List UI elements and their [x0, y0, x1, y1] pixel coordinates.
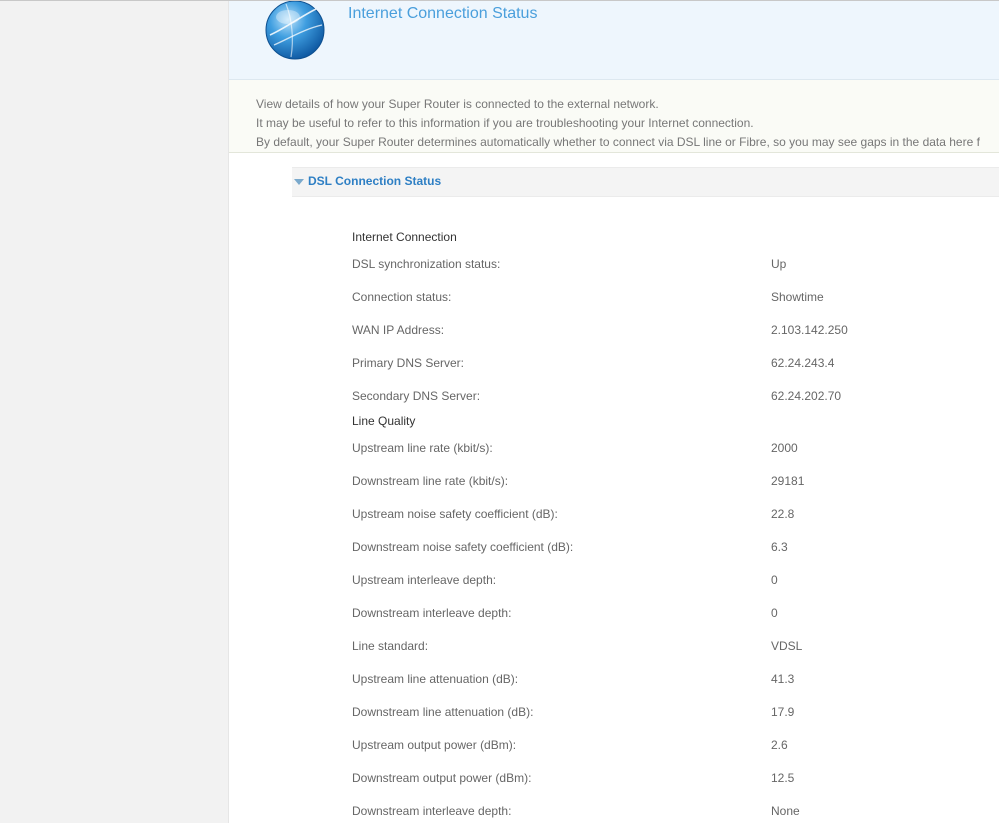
intro-panel: View details of how your Super Router is…: [229, 80, 999, 153]
row-value: None: [771, 804, 800, 818]
internet-connection-heading: Internet Connection: [352, 230, 457, 244]
row-label: Downstream line attenuation (dB):: [352, 705, 534, 719]
dsl-connection-status-toggle[interactable]: DSL Connection Status: [292, 167, 999, 197]
main-content: Internet Connection Status View details …: [229, 1, 999, 823]
left-sidebar: [0, 1, 229, 823]
row-value: 2.6: [771, 738, 788, 752]
row-label: Upstream line attenuation (dB):: [352, 672, 519, 686]
row-label: Upstream line rate (kbit/s):: [352, 441, 493, 455]
row-value: 22.8: [771, 507, 795, 521]
caret-down-icon: [294, 179, 304, 185]
row-value: 17.9: [771, 705, 795, 719]
line-quality-heading: Line Quality: [352, 414, 416, 428]
row-label: Downstream interleave depth:: [352, 804, 512, 818]
row-value: 2000: [771, 441, 798, 455]
section-title: DSL Connection Status: [308, 174, 442, 188]
page-title: Internet Connection Status: [348, 5, 538, 22]
row-label: Primary DNS Server:: [352, 356, 465, 370]
row-value: 12.5: [771, 771, 795, 785]
row-value: 2.103.142.250: [771, 323, 848, 337]
intro-line-2: It may be useful to refer to this inform…: [256, 116, 754, 130]
row-label: DSL synchronization status:: [352, 257, 501, 271]
row-value: 62.24.243.4: [771, 356, 835, 370]
row-value: 29181: [771, 474, 805, 488]
row-value: 0: [771, 573, 778, 587]
globe-icon: [265, 1, 325, 60]
row-value: Showtime: [771, 290, 824, 304]
intro-line-1: View details of how your Super Router is…: [256, 97, 659, 111]
row-value: VDSL: [771, 639, 803, 653]
row-label: Connection status:: [352, 290, 452, 304]
row-label: Upstream output power (dBm):: [352, 738, 517, 752]
intro-line-3: By default, your Super Router determines…: [256, 135, 980, 149]
row-label: Line standard:: [352, 639, 429, 653]
row-value: 0: [771, 606, 778, 620]
row-value: Up: [771, 257, 787, 271]
page-header: Internet Connection Status: [229, 1, 999, 80]
row-value: 6.3: [771, 540, 788, 554]
row-label: Upstream noise safety coefficient (dB):: [352, 507, 558, 521]
row-label: WAN IP Address:: [352, 323, 445, 337]
row-label: Downstream output power (dBm):: [352, 771, 532, 785]
row-value: 41.3: [771, 672, 795, 686]
row-label: Downstream interleave depth:: [352, 606, 512, 620]
row-label: Downstream noise safety coefficient (dB)…: [352, 540, 574, 554]
row-label: Secondary DNS Server:: [352, 389, 481, 403]
row-label: Downstream line rate (kbit/s):: [352, 474, 509, 488]
row-value: 62.24.202.70: [771, 389, 842, 403]
row-label: Upstream interleave depth:: [352, 573, 497, 587]
